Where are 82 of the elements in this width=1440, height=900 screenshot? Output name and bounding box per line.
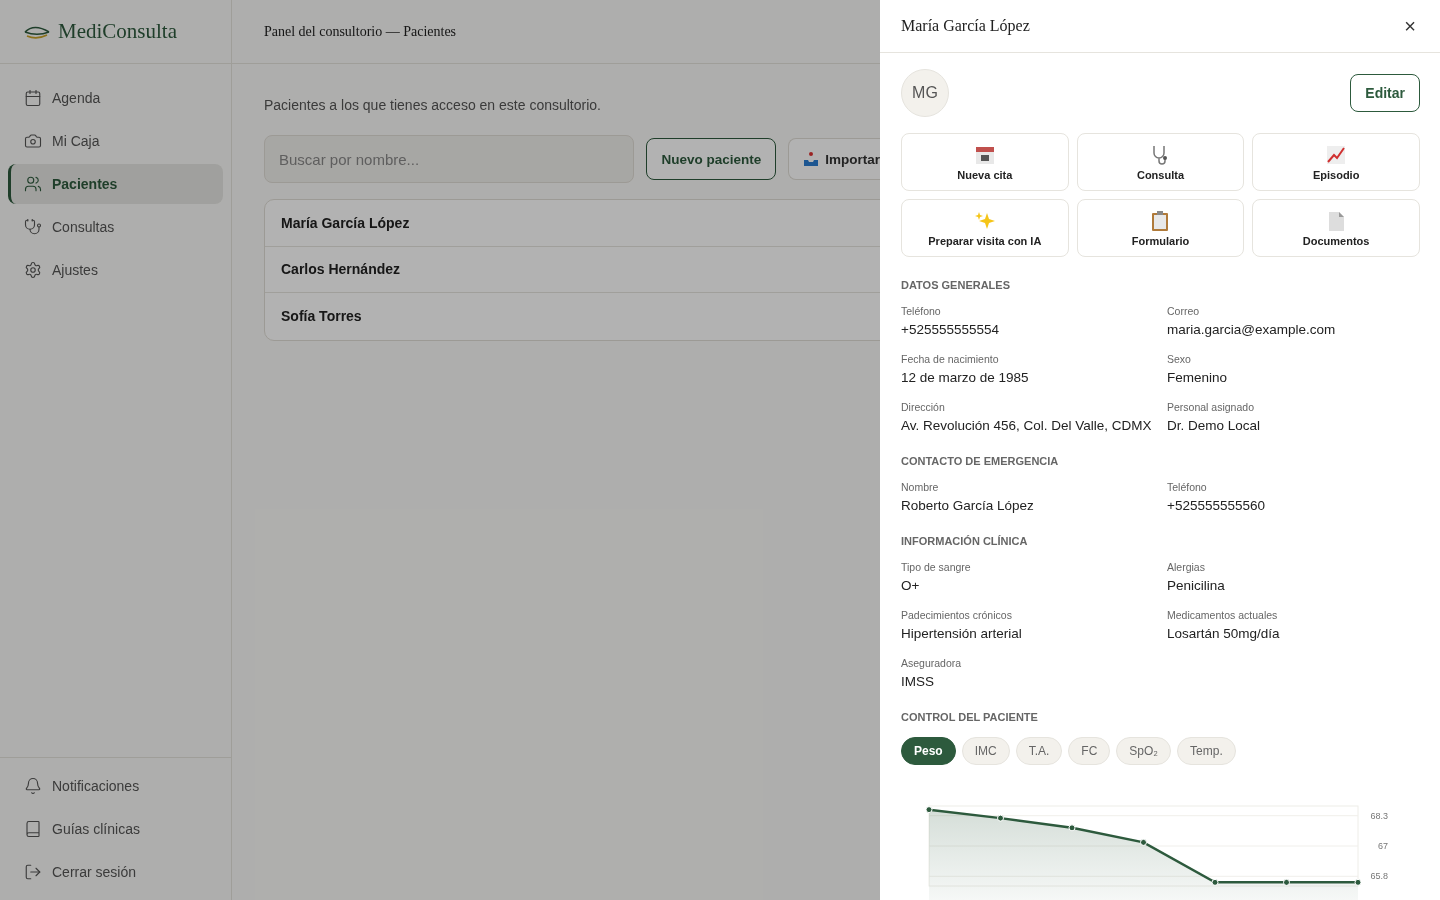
nav-icon <box>24 89 42 107</box>
action-button[interactable]: Documentos <box>1252 199 1420 257</box>
nav-icon <box>24 218 42 236</box>
field-label: Medicamentos actuales <box>1167 609 1279 621</box>
data-point <box>925 806 933 814</box>
data-point <box>997 814 1004 822</box>
field-value: +525555555554 <box>901 322 1000 337</box>
nav-icon <box>24 175 42 193</box>
field-value: Losartán 50mg/día <box>1167 626 1281 641</box>
patient-row[interactable]: Sofía Torres <box>265 293 880 340</box>
field-label: Fecha de nacimiento <box>901 353 1000 365</box>
avatar: MG <box>901 69 949 117</box>
search-field[interactable]: Buscar por nombre... <box>264 135 635 183</box>
field-label: Aseguradora <box>901 657 963 669</box>
axis-label: 68.3 <box>1370 810 1388 821</box>
field-label: Dirección <box>901 401 946 413</box>
field-label: Teléfono <box>1167 481 1208 493</box>
nav-item[interactable]: Notificaciones <box>8 766 223 806</box>
field-value: Femenino <box>1167 370 1229 385</box>
data-point <box>1211 878 1219 886</box>
axis-label: 65.8 <box>1370 871 1388 882</box>
field-label: Nombre <box>901 481 940 493</box>
field-value: Dr. Demo Local <box>1167 418 1262 433</box>
section-title: CONTACTO DE EMERGENCIA <box>901 455 1060 467</box>
chart-icon <box>1325 143 1348 166</box>
field-label: Tipo de sangre <box>901 561 972 573</box>
nav-item[interactable]: Pacientes <box>8 164 223 204</box>
action-button[interactable]: Preparar visita con IA <box>901 199 1069 257</box>
field-value: +525555555560 <box>1167 498 1266 513</box>
data-point <box>1068 824 1076 832</box>
field-value: maria.garcia@example.com <box>1167 322 1337 337</box>
metric-tab[interactable]: FC <box>1068 737 1111 765</box>
edit-button[interactable]: Editar <box>1350 74 1420 112</box>
new-patient-button[interactable]: Nuevo paciente <box>646 138 777 180</box>
field-label: Teléfono <box>901 305 942 317</box>
nav-item[interactable]: Mi Caja <box>8 121 223 161</box>
nav-icon <box>24 820 42 838</box>
nav-item[interactable]: Agenda <box>8 78 223 118</box>
axis-label: 67 <box>1378 841 1388 851</box>
metric-tab[interactable]: Temp. <box>1177 737 1236 765</box>
field-value: Penicilina <box>1167 578 1226 593</box>
nav-item[interactable]: Cerrar sesión <box>8 852 223 892</box>
close-button[interactable]: × <box>1400 14 1420 38</box>
metric-tab[interactable]: IMC <box>961 737 1010 765</box>
data-point <box>1283 878 1290 886</box>
data-point <box>1140 838 1147 846</box>
drawer-title: María García López <box>901 17 1030 35</box>
field-value: IMSS <box>901 674 935 689</box>
metric-tab[interactable]: Peso <box>901 737 956 765</box>
data-point <box>1354 878 1362 886</box>
page-title: Panel del consultorio — Pacientes <box>232 0 880 64</box>
field-label: Correo <box>1167 305 1201 317</box>
field-value: Av. Revolución 456, Col. Del Valle, CDMX <box>901 418 1153 433</box>
metric-tab[interactable]: T.A. <box>1015 737 1063 765</box>
nav-icon <box>24 261 42 279</box>
nav-icon <box>24 777 42 795</box>
metric-tab[interactable]: SpO₂ <box>1116 737 1172 765</box>
field-label: Personal asignado <box>1167 401 1255 413</box>
inbox-icon <box>803 151 820 167</box>
field-value: Roberto García López <box>901 498 1035 513</box>
field-label: Padecimientos crónicos <box>901 609 1013 621</box>
import-button[interactable]: Importar <box>788 138 880 180</box>
nav-item[interactable]: Consultas <box>8 207 223 247</box>
action-button[interactable]: Nueva cita <box>901 133 1069 191</box>
section-title: INFORMACIÓN CLÍNICA <box>901 535 1029 547</box>
action-button[interactable]: Consulta <box>1076 133 1245 191</box>
page-description: Pacientes a los que tienes acceso en este consultorio. <box>264 97 602 113</box>
nav-icon <box>24 863 42 881</box>
nav-item[interactable]: Ajustes <box>8 250 223 290</box>
section-title: DATOS GENERALES <box>901 279 1011 291</box>
field-value: 12 de marzo de 1985 <box>901 370 1030 385</box>
field-value: Hipertensión arterial <box>901 626 1023 641</box>
field-value: O+ <box>901 578 921 593</box>
logo-icon <box>24 24 50 39</box>
action-button[interactable]: Episodio <box>1252 133 1420 191</box>
action-button[interactable]: Formulario <box>1076 199 1245 257</box>
section-title: CONTROL DEL PACIENTE <box>901 711 1039 723</box>
field-label: Alergias <box>1167 561 1206 573</box>
field-label: Sexo <box>1167 353 1192 365</box>
brand-name: MediConsulta <box>58 19 177 44</box>
nav-icon <box>24 132 42 150</box>
nav-item[interactable]: Guías clínicas <box>8 809 223 849</box>
